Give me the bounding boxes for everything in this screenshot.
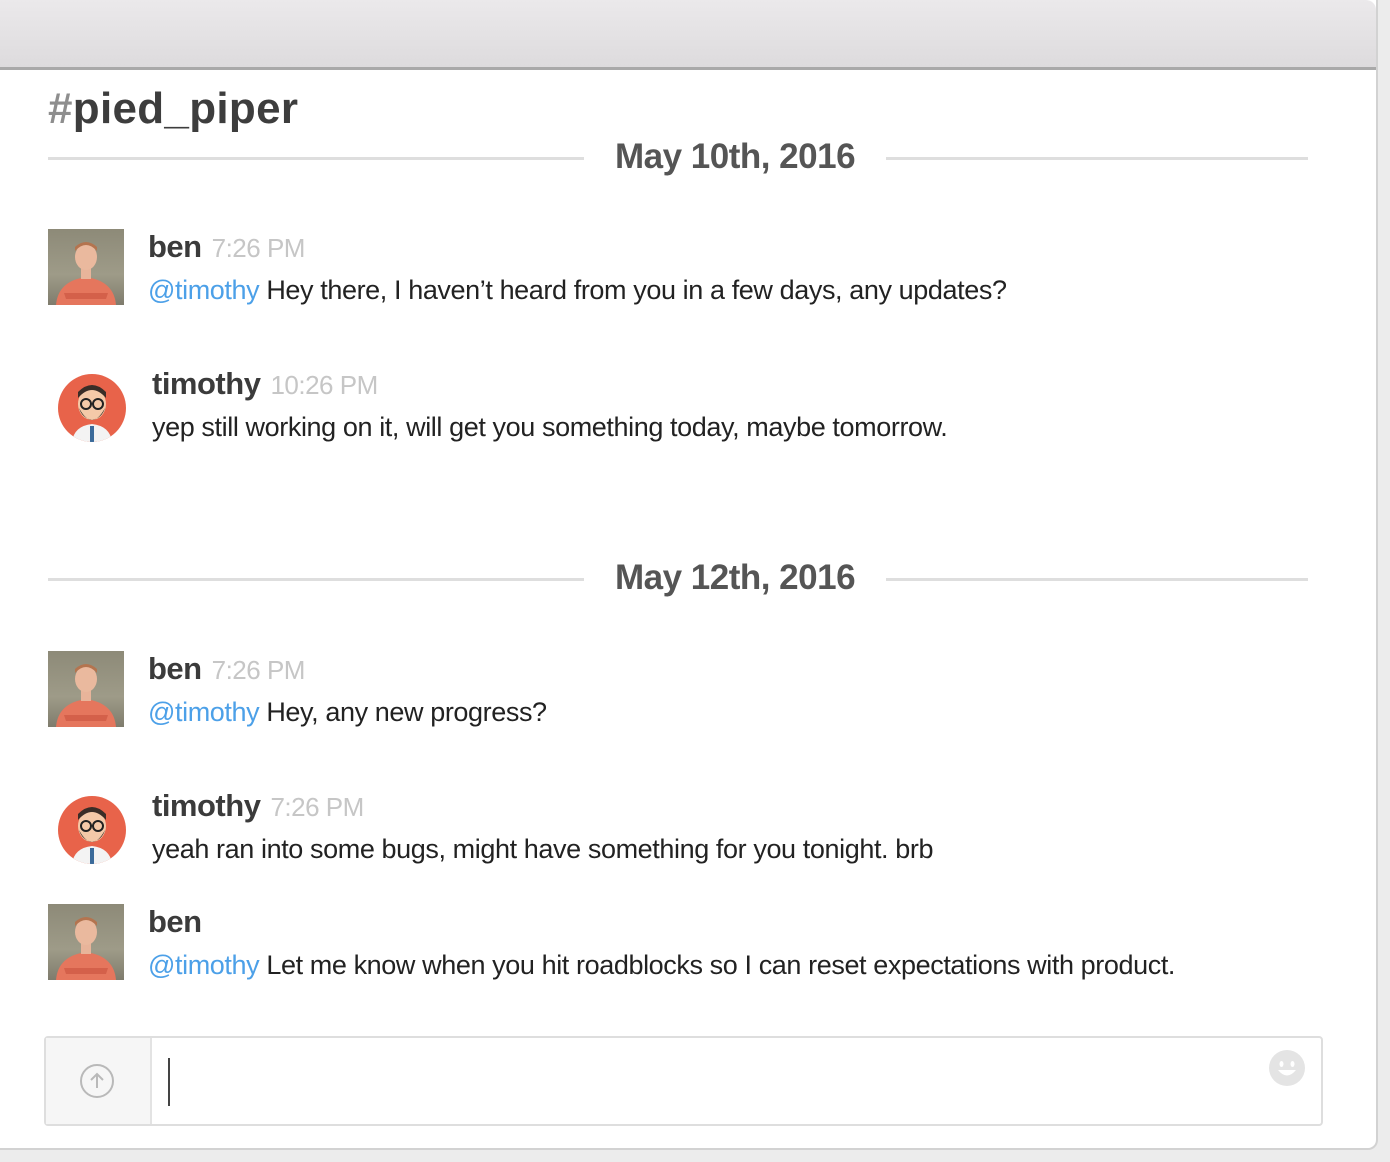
date-label: May 10th, 2016	[614, 137, 856, 176]
date-divider: May 10th, 2016	[48, 133, 1308, 183]
message-time[interactable]: 7:26 PM	[270, 792, 364, 822]
date-divider: May 12th, 2016	[48, 554, 1308, 604]
message-text: @timothy Let me know when you hit roadbl…	[148, 950, 1176, 980]
message-author[interactable]: ben	[148, 904, 202, 939]
message-time[interactable]: 10:26 PM	[270, 370, 378, 400]
avatar[interactable]	[48, 904, 124, 980]
chat-window: #pied_piper May 10th, 2016 ben 7:26 PM @t…	[0, 0, 1378, 1150]
mention-link[interactable]: @timothy	[148, 950, 260, 980]
upload-arrow-icon	[80, 1064, 114, 1098]
window-titlebar[interactable]	[0, 0, 1376, 70]
channel-title: #pied_piper	[48, 84, 299, 133]
upload-button[interactable]	[46, 1038, 152, 1124]
message-text: @timothy Hey, any new progress?	[148, 697, 547, 727]
smiley-icon[interactable]	[1269, 1050, 1305, 1086]
message-text: yep still working on it, will get you so…	[152, 412, 948, 442]
message-author[interactable]: ben	[148, 229, 202, 264]
message-time[interactable]: 7:26 PM	[212, 233, 306, 263]
date-label: May 12th, 2016	[614, 558, 856, 597]
message-author[interactable]: timothy	[152, 788, 261, 823]
message-author[interactable]: timothy	[152, 366, 261, 401]
avatar[interactable]	[48, 651, 124, 727]
message-text: yeah ran into some bugs, might have some…	[152, 834, 934, 864]
message-time[interactable]: 7:26 PM	[212, 655, 306, 685]
avatar[interactable]	[58, 796, 126, 864]
message-input[interactable]	[168, 1058, 170, 1106]
avatar[interactable]	[48, 229, 124, 305]
message-composer	[44, 1036, 1323, 1126]
mention-link[interactable]: @timothy	[148, 275, 260, 305]
message-author[interactable]: ben	[148, 651, 202, 686]
mention-link[interactable]: @timothy	[148, 697, 260, 727]
message-text: @timothy Hey there, I haven’t heard from…	[148, 275, 1007, 305]
avatar[interactable]	[58, 374, 126, 442]
